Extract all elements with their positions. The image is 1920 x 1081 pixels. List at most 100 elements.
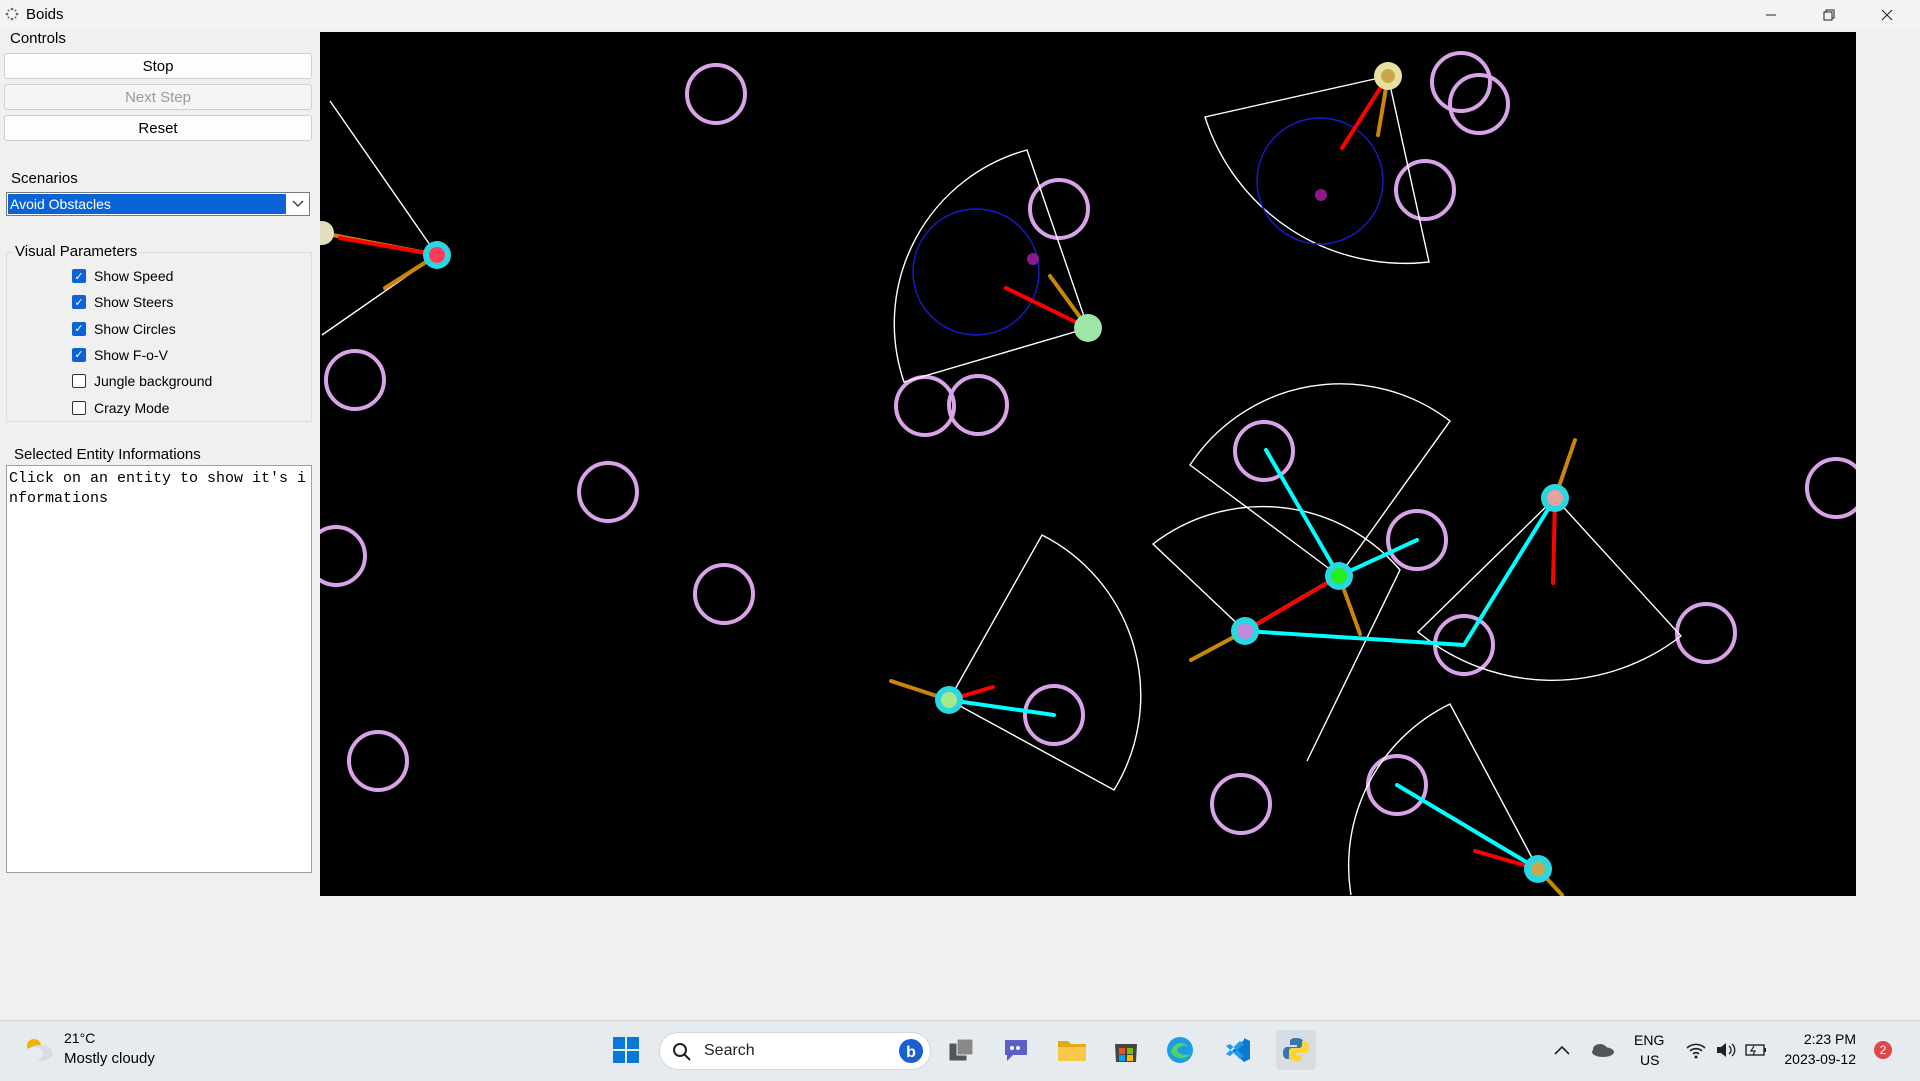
task-view-icon[interactable] bbox=[946, 1034, 978, 1066]
checkbox-show-f-o-v[interactable]: ✓ Show F-o-V bbox=[72, 345, 168, 365]
start-icon[interactable] bbox=[610, 1034, 642, 1066]
checkbox-show-speed[interactable]: ✓ Show Speed bbox=[72, 266, 173, 286]
fov bbox=[321, 100, 438, 336]
controls-group-label: Controls bbox=[7, 30, 69, 47]
fields-of-view bbox=[321, 75, 1683, 896]
clock-time[interactable]: 2:23 PM bbox=[1790, 1031, 1856, 1047]
fov bbox=[1204, 75, 1430, 265]
checkbox-jungle-background[interactable]: Jungle background bbox=[72, 371, 212, 391]
boid[interactable] bbox=[1374, 62, 1402, 90]
vscode-icon[interactable] bbox=[1222, 1034, 1254, 1066]
language-ind-1[interactable]: ENG bbox=[1634, 1032, 1664, 1048]
file-explorer-icon[interactable] bbox=[1056, 1034, 1088, 1066]
microsoft-store-icon[interactable] bbox=[1110, 1034, 1142, 1066]
obstacles bbox=[320, 51, 1856, 835]
stop-button[interactable]: Stop bbox=[4, 53, 312, 79]
obstacle bbox=[1210, 773, 1272, 835]
wifi-icon[interactable] bbox=[1680, 1034, 1712, 1066]
restore-button[interactable] bbox=[1800, 0, 1858, 30]
checkbox-label: Show F-o-V bbox=[94, 346, 168, 363]
obstacle bbox=[1394, 159, 1456, 221]
obstacle bbox=[320, 525, 367, 587]
obstacle bbox=[324, 349, 386, 411]
python-app-icon[interactable] bbox=[1276, 1030, 1316, 1070]
svg-text:b: b bbox=[906, 1044, 916, 1061]
boid[interactable] bbox=[1524, 855, 1552, 883]
checkbox-label: Show Steers bbox=[94, 294, 174, 311]
search-label: Search bbox=[704, 1042, 755, 1059]
language-ind-2[interactable]: US bbox=[1640, 1052, 1659, 1068]
steer-vector bbox=[338, 236, 439, 257]
window-title: Boids bbox=[26, 6, 64, 23]
onedrive-icon[interactable] bbox=[1586, 1034, 1618, 1066]
scenario-selected-value: Avoid Obstacles bbox=[8, 194, 286, 214]
obstacle bbox=[1028, 178, 1090, 240]
checkbox-crazy-mode[interactable]: Crazy Mode bbox=[72, 398, 169, 418]
neighbor-line bbox=[947, 698, 1056, 717]
obstacle bbox=[347, 730, 409, 792]
fov bbox=[1416, 496, 1683, 681]
boid[interactable] bbox=[1541, 484, 1569, 512]
obstacle bbox=[685, 63, 747, 125]
chevron-down-icon bbox=[287, 193, 309, 215]
boid[interactable] bbox=[1074, 314, 1102, 342]
steer-vector bbox=[1243, 574, 1341, 633]
neighbor-line bbox=[1243, 629, 1466, 647]
fov bbox=[893, 149, 1089, 383]
notification-badge[interactable]: 2 bbox=[1874, 1041, 1892, 1059]
show-hidden-icons-icon[interactable] bbox=[1546, 1034, 1578, 1066]
taskbar-search[interactable]: Search b bbox=[659, 1032, 931, 1070]
teams-chat-icon[interactable] bbox=[1000, 1034, 1032, 1066]
volume-icon[interactable] bbox=[1710, 1034, 1742, 1066]
title-bar: Boids bbox=[0, 0, 1920, 30]
obstacle bbox=[894, 375, 956, 437]
clock-date[interactable]: 2023-09-12 bbox=[1780, 1051, 1856, 1067]
obstacle bbox=[577, 461, 639, 523]
entity-info-group-label: Selected Entity Informations bbox=[11, 446, 204, 463]
reset-button[interactable]: Reset bbox=[4, 115, 312, 141]
boid[interactable] bbox=[320, 221, 334, 245]
checkmark-icon[interactable]: ✓ bbox=[72, 269, 86, 283]
restore-icon bbox=[1823, 9, 1835, 21]
entity-info-textarea[interactable]: Click on an entity to show it's informat… bbox=[6, 465, 312, 873]
checkbox-show-steers[interactable]: ✓ Show Steers bbox=[72, 292, 173, 312]
bing-icon: b bbox=[899, 1039, 923, 1063]
obstacle bbox=[693, 563, 755, 625]
close-button[interactable] bbox=[1858, 0, 1916, 30]
obstacle bbox=[1805, 457, 1856, 519]
checkbox-empty-icon[interactable] bbox=[72, 400, 86, 415]
wander-circles bbox=[912, 117, 1384, 336]
checkmark-icon[interactable]: ✓ bbox=[72, 321, 86, 336]
simulation-canvas[interactable] bbox=[320, 32, 1856, 896]
neighbor-line bbox=[1462, 496, 1557, 647]
boid[interactable] bbox=[423, 241, 451, 269]
checkbox-show-circles[interactable]: ✓ Show Circles bbox=[72, 319, 176, 339]
fov bbox=[948, 534, 1142, 791]
scenario-select[interactable]: Avoid Obstacles bbox=[6, 192, 310, 216]
wander-target bbox=[1027, 253, 1039, 265]
boid[interactable] bbox=[1325, 562, 1353, 590]
search-icon bbox=[673, 1043, 691, 1061]
neighbor-lines bbox=[947, 448, 1557, 871]
edge-icon[interactable] bbox=[1164, 1034, 1196, 1066]
boid[interactable] bbox=[1231, 617, 1259, 645]
checkmark-icon[interactable]: ✓ bbox=[72, 347, 86, 362]
battery-icon[interactable] bbox=[1740, 1034, 1772, 1066]
checkbox-label: Jungle background bbox=[94, 373, 213, 390]
weather-desc[interactable]: Mostly cloudy bbox=[64, 1050, 155, 1067]
wander-circle bbox=[912, 208, 1040, 336]
neighbor-line bbox=[1264, 448, 1341, 578]
boids-app-icon bbox=[5, 7, 19, 21]
minimize-icon bbox=[1766, 14, 1776, 16]
weather-icon[interactable] bbox=[20, 1034, 56, 1064]
checkmark-icon[interactable]: ✓ bbox=[72, 295, 86, 310]
checkbox-empty-icon[interactable] bbox=[72, 374, 86, 389]
wander-target bbox=[1315, 189, 1327, 201]
obstacle bbox=[947, 374, 1009, 436]
checkbox-label: Show Speed bbox=[94, 268, 174, 284]
speed-vectors bbox=[320, 74, 1577, 896]
boid[interactable] bbox=[935, 686, 963, 714]
next-step-button[interactable]: Next Step bbox=[4, 84, 312, 110]
weather-temp[interactable]: 21°C bbox=[64, 1030, 95, 1046]
minimize-button[interactable] bbox=[1742, 0, 1800, 30]
